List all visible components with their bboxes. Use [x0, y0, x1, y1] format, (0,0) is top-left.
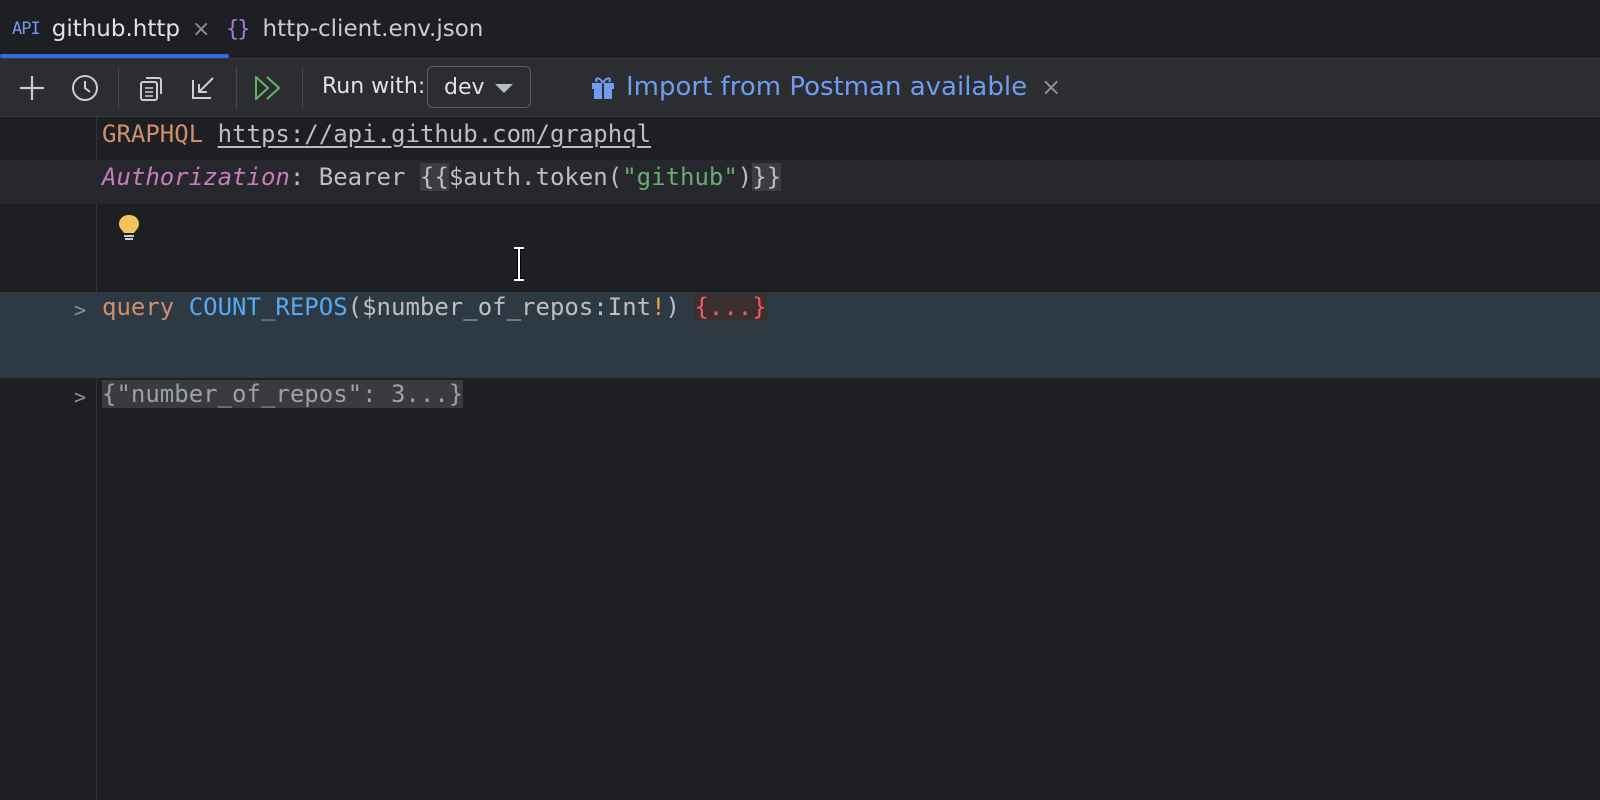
template-string: "github"	[622, 163, 738, 191]
tab-label: github.http	[51, 16, 181, 42]
query-keyword: query	[102, 293, 175, 321]
template-expression-end: )	[737, 163, 753, 191]
query-args: ($number_of_repos:Int	[347, 293, 652, 321]
editor-tab-bar: API github.http × {} http-client.env.jso…	[0, 0, 1600, 59]
text-cursor-icon	[512, 246, 526, 285]
copy-icon	[140, 77, 162, 101]
tab-label: http-client.env.json	[262, 16, 484, 42]
history-button[interactable]	[68, 71, 102, 105]
template-close-brace: }}	[752, 163, 782, 191]
environment-value: dev	[444, 74, 485, 100]
run-all-button[interactable]	[252, 71, 286, 105]
toolbar-separator	[118, 67, 119, 109]
toolbar-separator	[302, 67, 303, 109]
fold-arrow-icon[interactable]: >	[74, 298, 86, 322]
tab-http-client-env-json[interactable]: {} http-client.env.json	[226, 0, 483, 58]
plus-icon	[20, 76, 44, 100]
request-line: GRAPHQL https://api.github.com/graphql	[102, 120, 651, 148]
query-line: query COUNT_REPOS($number_of_repos:Int!)…	[102, 293, 767, 321]
non-null-marker: !	[651, 293, 666, 321]
toolbar-separator	[236, 67, 237, 109]
query-name: COUNT_REPOS	[188, 293, 348, 321]
api-file-icon: API	[12, 19, 41, 39]
header-bearer: Bearer	[318, 163, 420, 191]
header-colon: :	[289, 163, 319, 191]
close-icon[interactable]: ×	[1041, 73, 1061, 101]
lightbulb-icon[interactable]	[118, 214, 140, 248]
tab-github-http[interactable]: API github.http ×	[0, 0, 230, 58]
http-method: GRAPHQL	[102, 120, 204, 148]
gift-icon	[590, 74, 616, 100]
header-line: Authorization: Bearer {{$auth.token("git…	[102, 163, 782, 191]
folded-variables[interactable]: {"number_of_repos": 3...}	[102, 380, 464, 408]
http-client-toolbar: Run with: dev Import from Postman availa…	[0, 59, 1600, 117]
chevron-down-icon	[495, 84, 513, 93]
request-url[interactable]: https://api.github.com/graphql	[218, 120, 651, 148]
json-file-icon: {}	[226, 16, 250, 42]
header-name: Authorization	[102, 163, 290, 191]
add-request-button[interactable]	[15, 71, 49, 105]
template-open-brace: {{	[419, 163, 449, 191]
close-icon[interactable]: ×	[192, 17, 210, 42]
run-all-icon	[255, 76, 280, 100]
template-expression: $auth.token(	[448, 163, 623, 191]
examples-button[interactable]	[134, 71, 168, 105]
import-text: Import from Postman available	[626, 72, 1028, 102]
fold-arrow-icon[interactable]: >	[74, 385, 86, 409]
query-args-end: )	[665, 293, 695, 321]
variables-line: {"number_of_repos": 3...}	[102, 380, 464, 408]
run-with-label: Run with:	[322, 74, 426, 99]
editor-gutter	[0, 117, 97, 800]
convert-button[interactable]	[186, 71, 220, 105]
folded-query-body[interactable]: {...}	[694, 293, 767, 321]
code-editor[interactable]: GRAPHQL https://api.github.com/graphql A…	[0, 117, 1600, 800]
environment-select[interactable]: dev	[427, 66, 531, 108]
import-from-postman-link[interactable]: Import from Postman available ×	[590, 69, 1061, 105]
arrow-down-left-icon	[192, 77, 214, 99]
clock-icon	[72, 75, 98, 101]
